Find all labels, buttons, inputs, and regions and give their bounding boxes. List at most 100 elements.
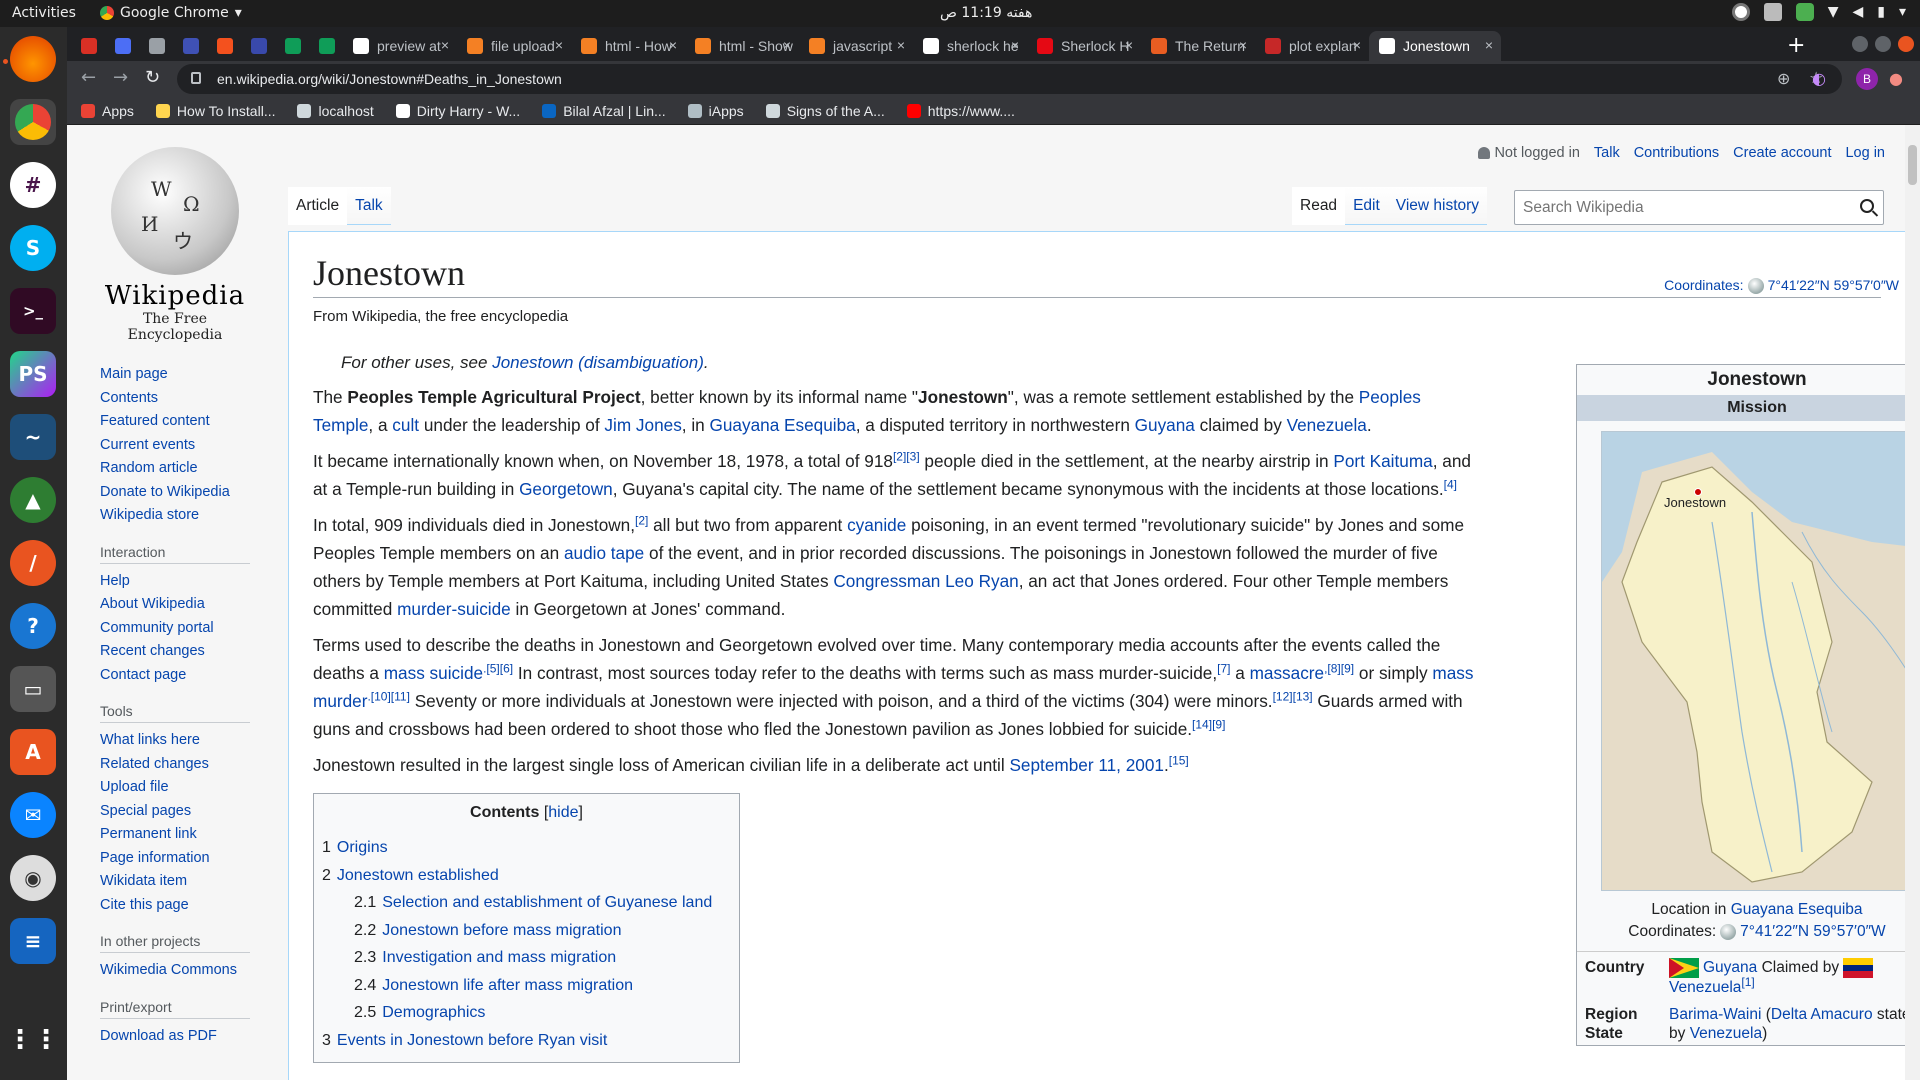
citation[interactable]: [12][13] xyxy=(1273,689,1313,703)
browser-tab[interactable]: plot explan × xyxy=(1255,31,1369,61)
forward-button[interactable]: → xyxy=(113,67,128,88)
new-tab-button[interactable]: + xyxy=(1787,33,1805,58)
back-button[interactable]: ← xyxy=(81,67,96,88)
browser-tab[interactable]: preview at × xyxy=(343,31,457,61)
toc-item[interactable]: 2 Jonestown established xyxy=(322,862,731,890)
disambiguation-link[interactable]: Jonestown (disambiguation) xyxy=(492,353,704,372)
sidebar-link[interactable]: Featured content xyxy=(100,410,260,434)
extension-icon[interactable] xyxy=(1763,3,1782,21)
bookmark-item[interactable]: Signs of the A... xyxy=(765,103,885,119)
venezuela-link[interactable]: Venezuela xyxy=(1690,1025,1762,1042)
tab-view-history[interactable]: View history xyxy=(1387,187,1488,225)
bookmark-item[interactable]: iApps xyxy=(687,103,744,119)
guyana-link[interactable]: Guyana xyxy=(1135,415,1195,435)
bookmark-item[interactable]: localhost xyxy=(297,103,374,119)
firefox-icon[interactable] xyxy=(10,36,56,82)
tab-read[interactable]: Read xyxy=(1292,187,1346,225)
sidebar-link[interactable]: Wikipedia store xyxy=(100,504,260,528)
citation[interactable]: [2][3] xyxy=(893,449,920,463)
sidebar-link[interactable]: Cite this page xyxy=(100,894,260,918)
address-bar[interactable]: en.wikipedia.org/wiki/Jonestown#Deaths_i… xyxy=(177,64,1842,94)
sidebar-link[interactable]: Contents xyxy=(100,387,260,411)
close-window-button[interactable] xyxy=(1898,36,1914,52)
coordinates-link[interactable]: 7°41′22″N 59°57′0″W xyxy=(1768,277,1899,293)
show-apps-icon[interactable]: ⋮⋮ xyxy=(7,1017,59,1063)
audio-tape-link[interactable]: audio tape xyxy=(564,543,644,563)
toc-label[interactable]: Events in Jonestown before Ryan visit xyxy=(337,1032,607,1049)
citation[interactable]: .[5][6] xyxy=(483,661,513,675)
search-icon[interactable] xyxy=(1860,199,1874,213)
leo-ryan-link[interactable]: Congressman Leo Ryan xyxy=(833,571,1018,591)
guayana-esequiba-link[interactable]: Guayana Esequiba xyxy=(1731,901,1863,918)
rocket-icon[interactable]: ▲ xyxy=(10,477,56,523)
browser-tab[interactable]: file upload × xyxy=(457,31,571,61)
georgetown-link[interactable]: Georgetown xyxy=(519,479,613,499)
tab-talk[interactable]: Talk xyxy=(347,187,391,225)
close-tab-icon[interactable]: × xyxy=(669,37,677,53)
sidebar-link[interactable]: Help xyxy=(100,570,260,594)
tab-edit[interactable]: Edit xyxy=(1345,187,1388,225)
lock-icon[interactable] xyxy=(191,72,201,84)
toc-hide-toggle[interactable]: [hide] xyxy=(544,804,583,821)
close-tab-icon[interactable]: × xyxy=(555,37,563,53)
sidebar-link[interactable]: Upload file xyxy=(100,776,260,800)
mysql-workbench-icon[interactable]: ~ xyxy=(10,414,56,460)
sidebar-link[interactable]: Random article xyxy=(100,457,260,481)
globe-icon[interactable] xyxy=(1720,923,1737,940)
activities-button[interactable]: Activities xyxy=(12,5,76,21)
reload-button[interactable]: ↻ xyxy=(145,67,160,88)
citation[interactable]: .[10][11] xyxy=(367,689,409,703)
citation[interactable]: [14][9] xyxy=(1192,717,1225,731)
venezuela-link[interactable]: Venezuela xyxy=(1287,415,1367,435)
citation[interactable]: [1] xyxy=(1741,975,1754,989)
browser-tab[interactable]: html - How × xyxy=(571,31,685,61)
dark-mode-extension-icon[interactable]: ◐ xyxy=(1812,69,1826,88)
bookmark-item[interactable]: Bilal Afzal | Lin... xyxy=(542,103,666,119)
sidebar-link[interactable]: Wikidata item xyxy=(100,870,260,894)
sidebar-link[interactable]: Permanent link xyxy=(100,823,260,847)
create-account-link[interactable]: Create account xyxy=(1733,145,1831,161)
zoom-icon[interactable]: ⊕ xyxy=(1777,69,1790,88)
wikipedia-logo[interactable]: W Ω И ウ Wikipedia The Free Encyclopedia xyxy=(95,147,255,343)
maximize-window-button[interactable] xyxy=(1875,36,1891,52)
browser-tab[interactable]: × xyxy=(139,31,173,61)
browser-tab[interactable]: × xyxy=(241,31,275,61)
talk-link[interactable]: Talk xyxy=(1594,145,1620,161)
toc-label[interactable]: Demographics xyxy=(382,1004,485,1021)
software-center-icon[interactable]: A xyxy=(10,729,56,775)
bookmark-item[interactable]: Dirty Harry - W... xyxy=(395,103,520,119)
citation[interactable]: [15] xyxy=(1169,753,1189,767)
toc-item[interactable]: 3 Events in Jonestown before Ryan visit xyxy=(322,1027,731,1055)
toc-label[interactable]: Jonestown before mass migration xyxy=(382,922,621,939)
wifi-icon[interactable]: ▼ xyxy=(1828,4,1839,20)
browser-tab[interactable]: Sherlock H × xyxy=(1027,31,1141,61)
toc-item[interactable]: 2.2 Jonestown before mass migration xyxy=(322,917,731,945)
terminal-icon[interactable]: >_ xyxy=(10,288,56,334)
coordinates-link[interactable]: 7°41′22″N 59°57′0″W xyxy=(1740,923,1886,940)
system-tray[interactable]: ▼ ◀ ▮ ▾ xyxy=(1731,3,1906,21)
browser-tab[interactable]: × xyxy=(71,31,105,61)
mass-suicide-link[interactable]: mass suicide xyxy=(384,663,483,683)
toc-item[interactable]: 2.5 Demographics xyxy=(322,999,731,1027)
citation[interactable]: [7] xyxy=(1217,661,1230,675)
browser-tab[interactable]: × xyxy=(309,31,343,61)
massacre-link[interactable]: massacre xyxy=(1250,663,1325,683)
phpstorm-icon[interactable]: PS xyxy=(10,351,56,397)
toc-label[interactable]: Selection and establishment of Guyanese … xyxy=(382,894,712,911)
cult-link[interactable]: cult xyxy=(392,415,419,435)
barima-waini-link[interactable]: Barima-Waini xyxy=(1669,1006,1761,1023)
profile-avatar[interactable]: B xyxy=(1856,68,1878,90)
writer-icon[interactable]: ≡ xyxy=(10,918,56,964)
browser-tab[interactable]: × xyxy=(275,31,309,61)
volume-icon[interactable]: ◀ xyxy=(1852,4,1863,20)
help-icon[interactable]: ? xyxy=(10,603,56,649)
page-scrollbar[interactable] xyxy=(1905,125,1920,1080)
toc-item[interactable]: 2.3 Investigation and mass migration xyxy=(322,944,731,972)
tab-active[interactable]: Jonestown × xyxy=(1369,31,1501,61)
toc-hide-link[interactable]: hide xyxy=(548,804,578,821)
files-icon[interactable]: ▭ xyxy=(10,666,56,712)
toc-item[interactable]: 2.4 Jonestown life after mass migration xyxy=(322,972,731,1000)
bookmark-item[interactable]: https://www.... xyxy=(906,103,1015,119)
sidebar-link[interactable]: About Wikipedia xyxy=(100,593,260,617)
app-menu[interactable]: Google Chrome ▾ xyxy=(100,5,242,21)
